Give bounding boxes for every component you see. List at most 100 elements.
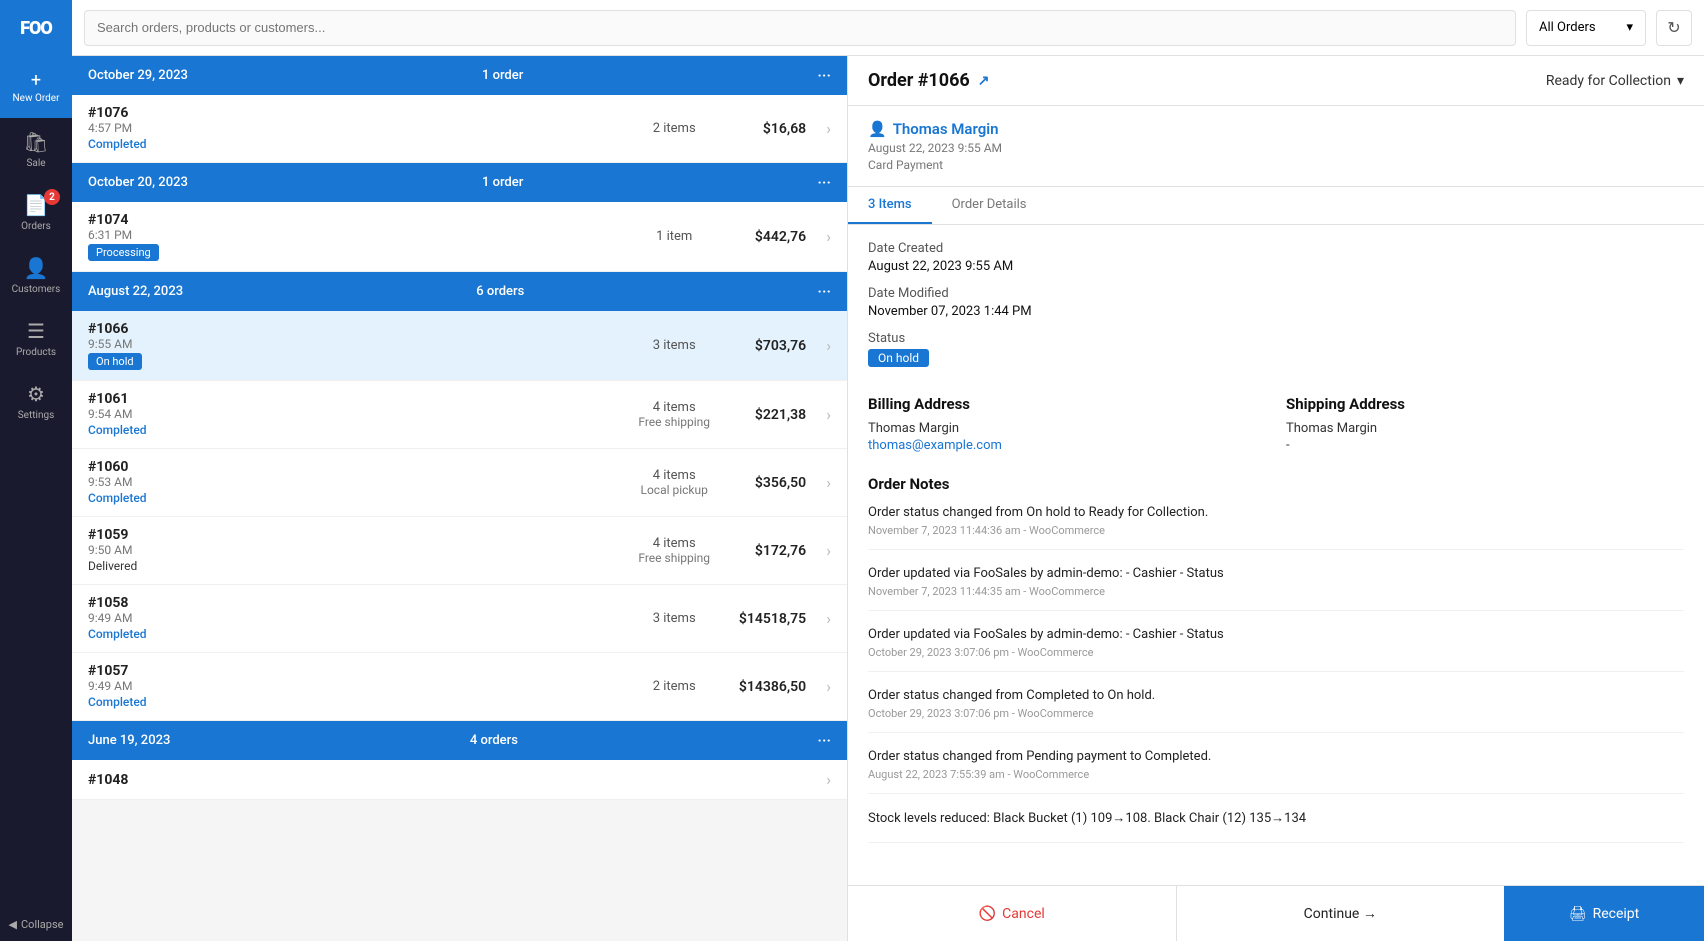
more-options-oct20[interactable]: ··· <box>817 173 831 192</box>
receipt-button[interactable]: 🖨 Receipt <box>1504 886 1704 941</box>
order-info-1059: #1059 9:50 AM Delivered <box>88 527 622 574</box>
field-status: Status On hold <box>868 331 1266 367</box>
order-count-oct20: 1 order <box>482 175 523 190</box>
order-row-1059[interactable]: #1059 9:50 AM Delivered 4 itemsFree ship… <box>72 517 847 585</box>
tab-items[interactable]: 3 Items <box>848 187 932 224</box>
customer-date: August 22, 2023 9:55 AM <box>868 141 1684 155</box>
order-row-1048[interactable]: #1048 › <box>72 760 847 800</box>
billing-title: Billing Address <box>868 395 1266 413</box>
order-info-1057: #1057 9:49 AM Completed <box>88 663 622 710</box>
more-options-aug22[interactable]: ··· <box>817 282 831 301</box>
status-badge: On hold <box>868 349 929 367</box>
order-count-aug22: 6 orders <box>476 284 524 299</box>
search-input[interactable] <box>84 10 1516 46</box>
sidebar-item-label-orders: Orders <box>21 221 51 232</box>
plus-icon: + <box>31 70 41 91</box>
order-status-1059: Delivered <box>88 559 137 574</box>
shipping-address: Shipping Address Thomas Margin - <box>1286 395 1684 455</box>
sidebar-item-label-products: Products <box>16 347 56 358</box>
order-row-1061[interactable]: #1061 9:54 AM Completed 4 itemsFree ship… <box>72 381 847 449</box>
order-row-1066[interactable]: #1066 9:55 AM On hold 3 items $703,76 › <box>72 311 847 381</box>
order-row-1058[interactable]: #1058 9:49 AM Completed 3 items $14518,7… <box>72 585 847 653</box>
status-dropdown[interactable]: Ready for Collection ▾ <box>1546 73 1684 89</box>
sidebar-item-customers[interactable]: 👤 Customers <box>0 244 72 307</box>
chevron-right-icon-1066: › <box>826 336 831 355</box>
order-notes-title: Order Notes <box>868 475 1684 493</box>
order-number-1074: #1074 <box>88 212 622 228</box>
order-row-1074[interactable]: #1074 6:31 PM Processing 1 item $442,76 … <box>72 202 847 272</box>
order-status-1066: On hold <box>88 353 142 370</box>
note-1: Order status changed from On hold to Rea… <box>868 505 1684 550</box>
order-row-1057[interactable]: #1057 9:49 AM Completed 2 items $14386,5… <box>72 653 847 721</box>
sidebar-item-settings[interactable]: ⚙ Settings <box>0 370 72 433</box>
customer-name-text: Thomas Margin <box>893 120 999 138</box>
order-info-1061: #1061 9:54 AM Completed <box>88 391 622 438</box>
order-status-1057: Completed <box>88 695 147 710</box>
order-items-1066: 3 items <box>634 338 714 353</box>
logo[interactable]: FOO <box>0 0 72 56</box>
sidebar-item-orders[interactable]: 2 📄 Orders <box>0 181 72 244</box>
external-link-icon[interactable]: ↗ <box>978 73 990 89</box>
field-status-value: On hold <box>868 349 1266 367</box>
order-status-1076: Completed <box>88 137 147 152</box>
order-time-1059: 9:50 AM <box>88 543 622 557</box>
order-amount-1059: $172,76 <box>726 543 806 559</box>
collapse-label: Collapse <box>21 918 63 931</box>
note-4-text: Order status changed from Completed to O… <box>868 688 1684 703</box>
sidebar-item-sale[interactable]: 🛍 Sale <box>0 118 72 181</box>
order-status-1058: Completed <box>88 627 147 642</box>
more-options-jun19[interactable]: ··· <box>817 731 831 750</box>
continue-label: Continue → <box>1304 905 1377 922</box>
order-detail-panel: Order #1066 ↗ Ready for Collection ▾ 👤 T… <box>847 56 1704 941</box>
note-1-text: Order status changed from On hold to Rea… <box>868 505 1684 520</box>
detail-title: Order #1066 ↗ <box>868 70 989 91</box>
order-items-1060: 4 itemsLocal pickup <box>634 468 714 498</box>
order-status-1074: Processing <box>88 244 159 261</box>
order-title-text: Order #1066 <box>868 70 970 91</box>
cancel-button[interactable]: 🚫 Cancel <box>848 886 1177 941</box>
field-date-created: Date Created August 22, 2023 9:55 AM <box>868 241 1266 274</box>
note-2-text: Order updated via FooSales by admin-demo… <box>868 566 1684 581</box>
order-info-1058: #1058 9:49 AM Completed <box>88 595 622 642</box>
new-order-label: New Order <box>13 93 60 104</box>
order-info-1048: #1048 <box>88 772 622 788</box>
tab-order-details[interactable]: Order Details <box>932 187 1047 224</box>
new-order-button[interactable]: + New Order <box>0 56 72 118</box>
sidebar-item-products[interactable]: ☰ Products <box>0 307 72 370</box>
order-info-1060: #1060 9:53 AM Completed <box>88 459 622 506</box>
order-items-1076: 2 items <box>634 121 714 136</box>
order-number-1060: #1060 <box>88 459 622 475</box>
chevron-right-icon: › <box>826 119 831 138</box>
note-1-meta: November 7, 2023 11:44:36 am - WooCommer… <box>868 524 1684 537</box>
note-5: Order status changed from Pending paymen… <box>868 749 1684 794</box>
order-amount-1061: $221,38 <box>726 407 806 423</box>
chevron-right-icon-1059: › <box>826 541 831 560</box>
order-row-1060[interactable]: #1060 9:53 AM Completed 4 itemsLocal pic… <box>72 449 847 517</box>
order-info-1066: #1066 9:55 AM On hold <box>88 321 622 370</box>
note-2-meta: November 7, 2023 11:44:35 am - WooCommer… <box>868 585 1684 598</box>
continue-button[interactable]: Continue → <box>1177 886 1505 941</box>
order-time-1057: 9:49 AM <box>88 679 622 693</box>
order-count-oct29: 1 order <box>482 68 523 83</box>
sidebar-item-label-settings: Settings <box>18 410 55 421</box>
filter-dropdown[interactable]: All Orders ▾ <box>1526 10 1646 46</box>
date-label-aug22: August 22, 2023 <box>88 284 183 299</box>
order-amount-1060: $356,50 <box>726 475 806 491</box>
order-info-1074: #1074 6:31 PM Processing <box>88 212 622 261</box>
billing-email: thomas@example.com <box>868 438 1266 453</box>
note-6: Stock levels reduced: Black Bucket (1) 1… <box>868 810 1684 843</box>
order-amount-1076: $16,68 <box>726 121 806 137</box>
collapse-button[interactable]: ◀ Collapse <box>0 908 72 941</box>
logo-text: FOO <box>20 18 52 39</box>
order-info-1076: #1076 4:57 PM Completed <box>88 105 622 152</box>
chevron-down-icon: ▾ <box>1626 20 1633 35</box>
order-number-1066: #1066 <box>88 321 622 337</box>
order-row-1076[interactable]: #1076 4:57 PM Completed 2 items $16,68 › <box>72 95 847 163</box>
detail-customer: 👤 Thomas Margin August 22, 2023 9:55 AM … <box>848 106 1704 187</box>
receipt-label: Receipt <box>1593 906 1640 922</box>
more-options-oct29[interactable]: ··· <box>817 66 831 85</box>
refresh-button[interactable]: ↻ <box>1656 10 1692 46</box>
chevron-right-icon-1048: › <box>826 770 831 789</box>
content-split: October 29, 2023 1 order ··· #1076 4:57 … <box>72 56 1704 941</box>
note-4-meta: October 29, 2023 3:07:06 pm - WooCommerc… <box>868 707 1684 720</box>
